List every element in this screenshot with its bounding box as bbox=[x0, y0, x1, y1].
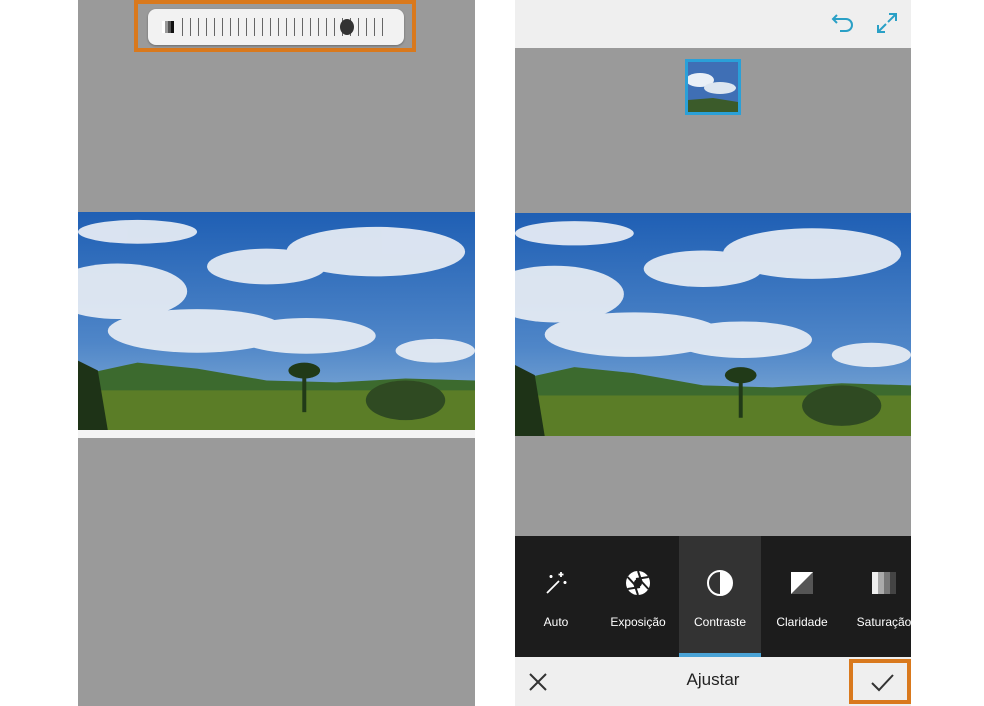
clarity-icon bbox=[791, 572, 813, 594]
saturation-icon bbox=[872, 572, 896, 594]
contrast-slider[interactable] bbox=[148, 9, 404, 45]
slider-ticks bbox=[182, 18, 388, 36]
tool-label: Auto bbox=[543, 615, 569, 629]
tool-auto[interactable]: Auto bbox=[515, 536, 597, 657]
tool-clarity[interactable]: Claridade bbox=[761, 536, 843, 657]
tool-label: Exposição bbox=[610, 615, 666, 629]
photo-preview bbox=[515, 213, 911, 436]
close-icon[interactable] bbox=[525, 669, 551, 695]
tool-contrast[interactable]: Contraste bbox=[679, 536, 761, 657]
photo-thumbnail[interactable] bbox=[685, 59, 741, 115]
tool-label: Saturação bbox=[856, 615, 911, 629]
contrast-scale-icon bbox=[162, 21, 174, 33]
bottom-bar: Ajustar bbox=[515, 657, 911, 706]
tool-label: Claridade bbox=[776, 615, 828, 629]
left-screen bbox=[78, 0, 475, 706]
undo-icon[interactable] bbox=[830, 10, 856, 36]
tool-label: Contraste bbox=[693, 615, 747, 629]
tool-saturation[interactable]: Saturação bbox=[843, 536, 911, 657]
adjust-tools-bar: Auto Exposição Contraste Claridade Satur… bbox=[515, 536, 911, 657]
check-icon[interactable] bbox=[869, 669, 895, 695]
slider-thumb[interactable] bbox=[339, 19, 354, 35]
right-screen: Auto Exposição Contraste Claridade Satur… bbox=[515, 0, 911, 706]
top-toolbar bbox=[515, 0, 911, 48]
panel-title: Ajustar bbox=[686, 670, 740, 689]
tool-exposure[interactable]: Exposição bbox=[597, 536, 679, 657]
magic-wand-icon bbox=[546, 572, 567, 594]
aperture-icon bbox=[626, 570, 650, 596]
expand-icon[interactable] bbox=[874, 10, 900, 36]
contrast-icon bbox=[707, 570, 733, 596]
photo-preview bbox=[78, 212, 475, 438]
